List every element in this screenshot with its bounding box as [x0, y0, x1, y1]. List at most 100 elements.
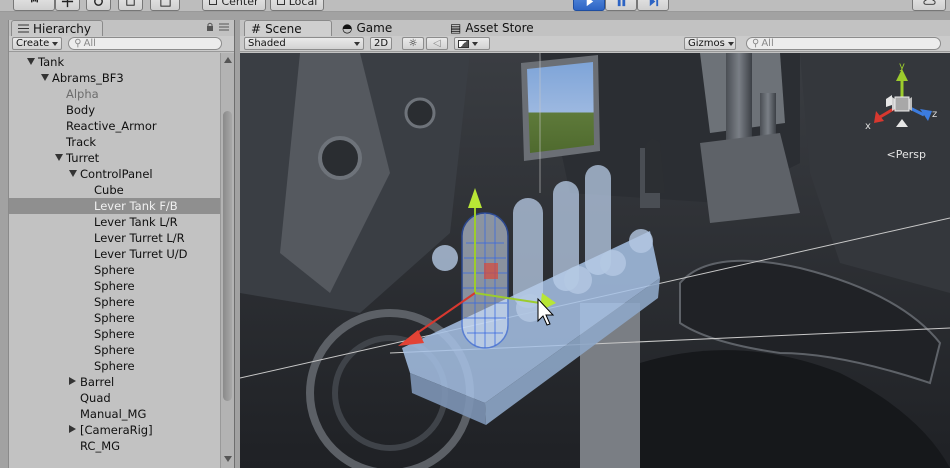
- scene-search-placeholder: All: [761, 38, 774, 49]
- hierarchy-item[interactable]: Lever Tank F/B: [9, 198, 221, 214]
- hierarchy-item[interactable]: Quad: [9, 390, 221, 406]
- chevron-down-icon: [354, 41, 360, 46]
- hierarchy-item-label: Turret: [66, 151, 100, 165]
- hierarchy-item-label: Tank: [38, 55, 65, 69]
- collab-button[interactable]: [912, 0, 946, 11]
- pivot-center-label: Center: [221, 0, 259, 8]
- scene-axis-gizmo-icon[interactable]: y z x: [862, 59, 942, 149]
- create-dropdown[interactable]: Create: [12, 37, 63, 50]
- scrollbar-thumb[interactable]: [223, 111, 232, 401]
- hierarchy-toolbar: Create ⚲ All: [9, 36, 234, 52]
- gizmos-dropdown[interactable]: Gizmos: [684, 37, 736, 50]
- hierarchy-item[interactable]: Sphere: [9, 342, 221, 358]
- pivot-local-toggle[interactable]: Local: [270, 0, 324, 11]
- pivot-icon: [209, 0, 218, 5]
- scene-render: [240, 53, 950, 468]
- gizmos-label: Gizmos: [688, 38, 725, 49]
- hierarchy-item[interactable]: [CameraRig]: [9, 422, 221, 438]
- hierarchy-item-label: Quad: [80, 391, 111, 405]
- scale-icon: [126, 0, 135, 6]
- gizmo-plane-handle[interactable]: [484, 263, 498, 279]
- step-button[interactable]: [637, 0, 669, 11]
- hierarchy-item[interactable]: Alpha: [9, 86, 221, 102]
- hierarchy-panel: Hierarchy Create ⚲ All Tank Abrams_BF3 Alp…: [8, 20, 235, 468]
- rotate-tool-button[interactable]: [86, 0, 111, 11]
- expand-arrow-down-icon[interactable]: [55, 154, 63, 161]
- pivot-center-toggle[interactable]: Center: [202, 0, 266, 11]
- projection-toggle[interactable]: <Persp: [887, 148, 926, 161]
- hierarchy-item[interactable]: Manual_MG: [9, 406, 221, 422]
- hierarchy-item[interactable]: RC_MG: [9, 438, 221, 454]
- hierarchy-item[interactable]: Sphere: [9, 326, 221, 342]
- hierarchy-item[interactable]: Sphere: [9, 358, 221, 374]
- play-button[interactable]: [573, 0, 605, 11]
- rotate-icon: [94, 0, 103, 6]
- expand-arrow-right-icon[interactable]: [69, 377, 76, 385]
- hierarchy-item[interactable]: Sphere: [9, 278, 221, 294]
- lighting-toggle[interactable]: ☼: [402, 37, 424, 50]
- tab-game[interactable]: ◓ Game: [336, 20, 416, 36]
- tab-scene-label: Scene: [265, 21, 302, 36]
- hierarchy-item[interactable]: Lever Turret U/D: [9, 246, 221, 262]
- scene-search-input[interactable]: ⚲ All: [746, 37, 941, 50]
- scroll-down-icon[interactable]: [224, 456, 232, 462]
- hierarchy-item[interactable]: Sphere: [9, 310, 221, 326]
- hierarchy-search-input[interactable]: ⚲ All: [68, 37, 223, 50]
- hierarchy-item[interactable]: Cube: [9, 182, 221, 198]
- sphere: [432, 245, 458, 271]
- hierarchy-item-label: Sphere: [94, 359, 135, 373]
- mode-2d-label: 2D: [373, 38, 389, 49]
- hierarchy-scrollbar[interactable]: [220, 53, 234, 468]
- chevron-left-icon: <: [886, 148, 896, 161]
- expand-arrow-down-icon[interactable]: [27, 58, 35, 65]
- hierarchy-item[interactable]: Turret: [9, 150, 221, 166]
- hierarchy-item[interactable]: Track: [9, 134, 221, 150]
- expand-arrow-right-icon[interactable]: [69, 425, 76, 433]
- sun-icon: ☼: [408, 38, 418, 49]
- hierarchy-item[interactable]: Lever Turret L/R: [9, 230, 221, 246]
- effects-dropdown[interactable]: [454, 37, 490, 50]
- pause-icon: [617, 0, 625, 7]
- hierarchy-item-label: Manual_MG: [80, 407, 147, 421]
- shading-mode-label: Shaded: [248, 38, 286, 49]
- move-tool-button[interactable]: [55, 0, 80, 11]
- mode-2d-toggle[interactable]: 2D: [370, 37, 392, 50]
- hierarchy-item-label: Lever Tank L/R: [94, 215, 178, 229]
- scroll-up-icon[interactable]: [224, 57, 232, 63]
- sphere: [564, 266, 592, 294]
- hierarchy-item[interactable]: Abrams_BF3: [9, 70, 221, 86]
- tab-asset-store[interactable]: ▤ Asset Store: [444, 20, 544, 36]
- hierarchy-item[interactable]: Reactive_Armor: [9, 118, 221, 134]
- play-icon: [586, 0, 593, 7]
- hierarchy-item-label: Sphere: [94, 279, 135, 293]
- hierarchy-item-label: Sphere: [94, 327, 135, 341]
- scale-tool-button[interactable]: [118, 0, 143, 11]
- hierarchy-item[interactable]: Sphere: [9, 262, 221, 278]
- rect-tool-button[interactable]: [150, 0, 180, 11]
- hierarchy-item[interactable]: Lever Tank L/R: [9, 214, 221, 230]
- hierarchy-item-label: [CameraRig]: [80, 423, 153, 437]
- panel-menu[interactable]: [205, 22, 230, 32]
- panel-options-icon[interactable]: [218, 22, 230, 32]
- search-icon: ⚲: [74, 38, 82, 49]
- tab-hierarchy[interactable]: Hierarchy: [11, 20, 103, 36]
- tab-asset-store-label: Asset Store: [465, 21, 534, 35]
- scene-viewport[interactable]: y z x <Persp: [240, 53, 950, 468]
- pause-button[interactable]: [605, 0, 637, 11]
- hierarchy-item-label: Lever Turret U/D: [94, 247, 188, 261]
- hierarchy-item-label: Sphere: [94, 311, 135, 325]
- expand-arrow-down-icon[interactable]: [41, 74, 49, 81]
- hierarchy-item[interactable]: Barrel: [9, 374, 221, 390]
- lock-icon[interactable]: [205, 22, 215, 32]
- hierarchy-item-label: Track: [66, 135, 97, 149]
- hierarchy-item[interactable]: Body: [9, 102, 221, 118]
- hierarchy-item[interactable]: ControlPanel: [9, 166, 221, 182]
- hierarchy-item[interactable]: Tank: [9, 54, 221, 70]
- hierarchy-item[interactable]: Sphere: [9, 294, 221, 310]
- audio-toggle[interactable]: ◁: [426, 37, 448, 50]
- tab-scene[interactable]: # Scene: [244, 20, 332, 36]
- hand-tool-button[interactable]: [13, 0, 55, 11]
- hierarchy-item-label: Alpha: [66, 87, 99, 101]
- shading-mode-dropdown[interactable]: Shaded: [244, 37, 364, 50]
- expand-arrow-down-icon[interactable]: [69, 170, 77, 177]
